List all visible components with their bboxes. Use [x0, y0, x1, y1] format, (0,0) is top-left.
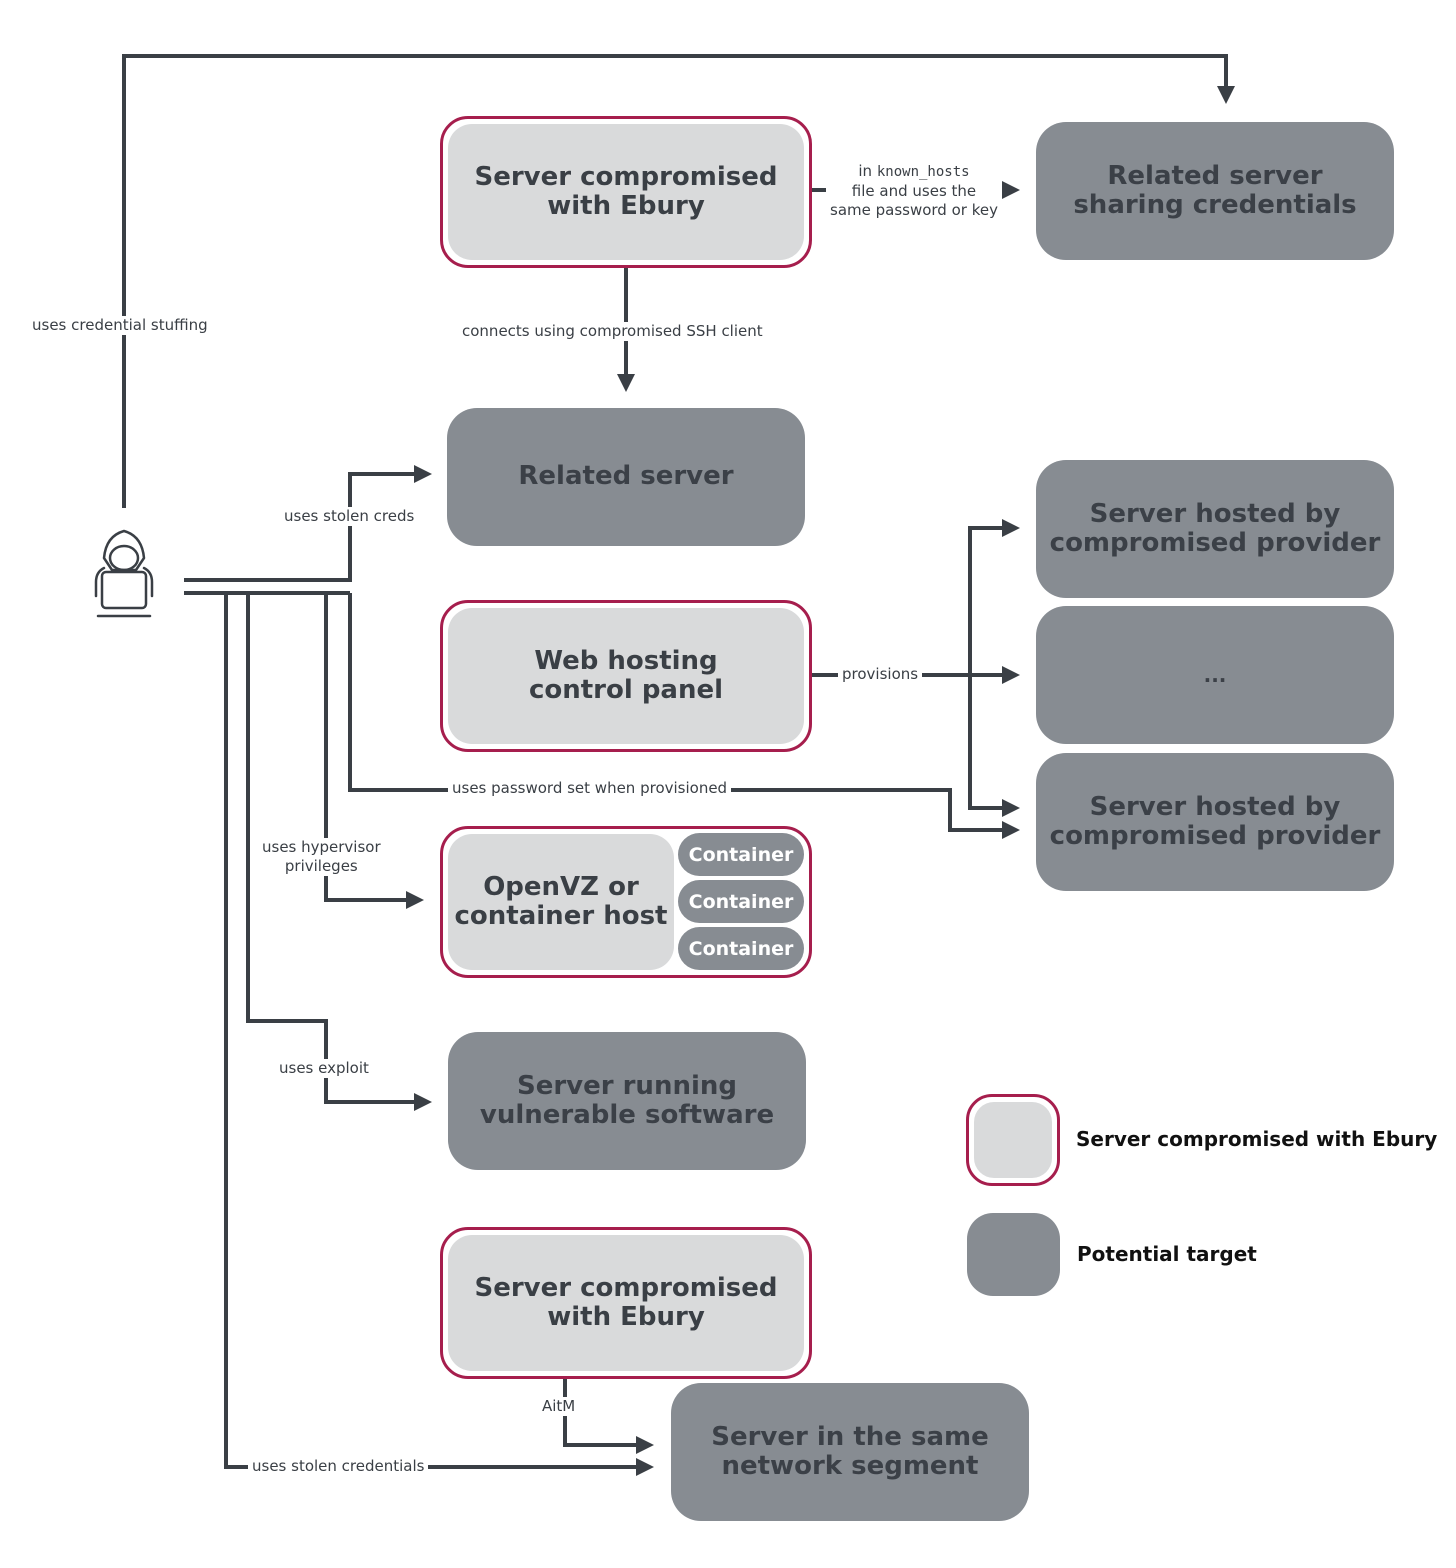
node-ebury-top: Server compromised with Ebury: [440, 116, 812, 268]
node-vuln-server: Server running vulnerable software: [448, 1032, 806, 1170]
node-hosted-1: Server hosted by compromised provider: [1036, 460, 1394, 598]
label-hypervisor-line2: privileges: [284, 856, 358, 875]
hooded-hacker-icon: [94, 529, 154, 618]
node-hosted-2-line1: Server hosted by: [1089, 791, 1341, 822]
label-provisions: provisions: [838, 665, 923, 684]
node-hosted-1-line2: compromised provider: [1049, 528, 1381, 558]
attacker: [84, 528, 164, 624]
label-known-hosts-line2: file and uses the: [851, 181, 977, 200]
node-same-segment-line1: Server in the same: [711, 1421, 989, 1452]
label-known-hosts-prefix: in: [858, 162, 873, 180]
container-3: Container: [678, 927, 804, 970]
node-same-segment: Server in the same network segment: [671, 1383, 1029, 1521]
label-aitm: AitM: [538, 1397, 580, 1416]
label-known-hosts-line3: same password or key: [830, 201, 998, 219]
node-hosted-1-line1: Server hosted by: [1089, 498, 1341, 529]
node-ebury-top-line1: Server compromised: [474, 161, 778, 192]
node-hosted-2: Server hosted by compromised provider: [1036, 753, 1394, 891]
legend-swatch-target: [967, 1213, 1060, 1296]
node-hosted-ellipsis: ...: [1036, 606, 1394, 744]
node-related-sharing: Related server sharing credentials: [1036, 122, 1394, 260]
label-hypervisor: uses hypervisor privileges: [258, 838, 385, 876]
node-hosted-ellipsis-line1: ...: [1203, 662, 1227, 687]
node-related-server-line1: Related server: [518, 461, 734, 492]
label-exploit: uses exploit: [275, 1059, 373, 1078]
legend-label-target: Potential target: [1077, 1242, 1257, 1266]
label-stolen-credentials: uses stolen credentials: [248, 1457, 429, 1476]
node-ebury-bottom: Server compromised with Ebury: [440, 1227, 812, 1379]
node-web-panel: Web hosting control panel: [440, 600, 812, 752]
label-credential-stuffing: uses credential stuffing: [28, 316, 212, 335]
node-same-segment-line2: network segment: [721, 1451, 979, 1481]
node-related-sharing-line2: sharing credentials: [1073, 190, 1357, 220]
label-known-hosts: in known_hosts file and uses the same pa…: [826, 162, 1002, 221]
node-openvz-line2: container host: [454, 901, 668, 931]
edge-stolen-creds: [184, 465, 432, 582]
node-vuln-server-line1: Server running: [516, 1070, 737, 1101]
node-web-panel-line2: control panel: [528, 675, 724, 705]
label-known-hosts-file: known_hosts: [876, 164, 970, 180]
node-vuln-server-line2: vulnerable software: [479, 1100, 775, 1130]
label-hypervisor-line1: uses hypervisor: [262, 838, 381, 856]
node-related-sharing-line1: Related server: [1107, 160, 1323, 191]
legend-label-compromised: Server compromised with Ebury: [1076, 1127, 1438, 1151]
node-related-server: Related server: [447, 408, 805, 546]
label-password-provisioned: uses password set when provisioned: [448, 779, 732, 798]
label-ssh-client: connects using compromised SSH client: [458, 322, 767, 341]
legend-swatch-compromised: [966, 1094, 1060, 1186]
node-openvz-line1: OpenVZ or: [483, 871, 639, 902]
container-2: Container: [678, 880, 804, 923]
node-ebury-top-line2: with Ebury: [547, 191, 705, 221]
node-web-panel-line1: Web hosting: [534, 645, 718, 676]
edge-provisions-branch: [968, 519, 1020, 810]
label-stolen-creds: uses stolen creds: [280, 507, 419, 526]
node-ebury-bottom-line2: with Ebury: [547, 1302, 705, 1332]
node-hosted-2-line2: compromised provider: [1049, 821, 1381, 851]
node-ebury-bottom-line1: Server compromised: [474, 1272, 778, 1303]
container-1: Container: [678, 833, 804, 876]
